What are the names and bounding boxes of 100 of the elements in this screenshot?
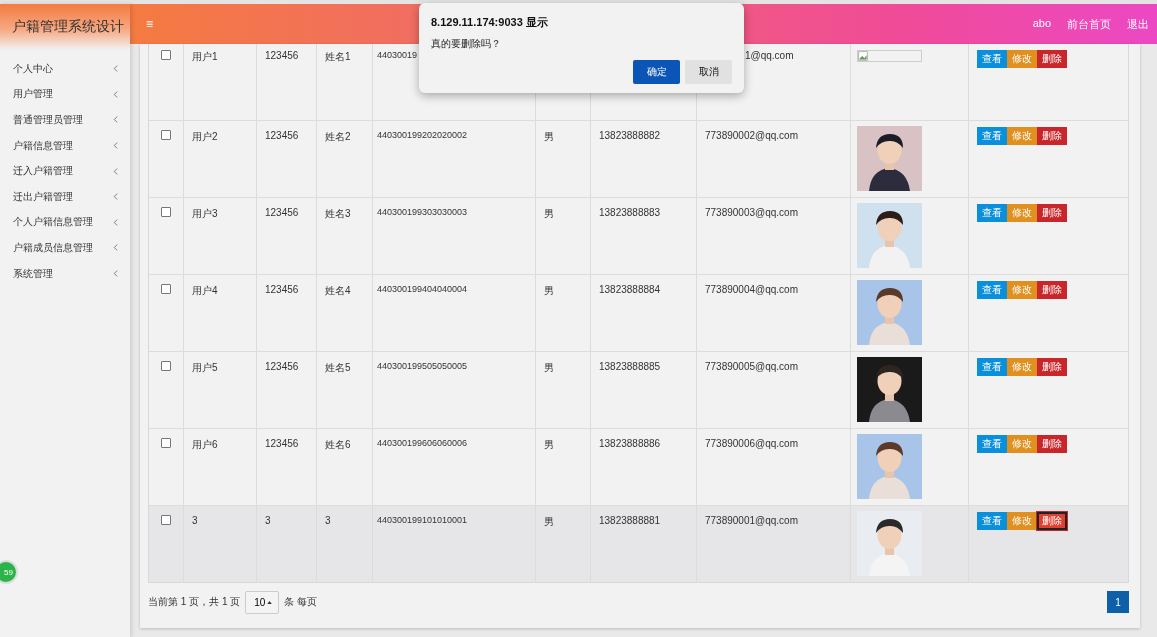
id-number-cell: 44030019 — [377, 50, 418, 60]
email-cell: 773890003@qq.com — [705, 207, 798, 218]
chevron-icon — [113, 90, 118, 98]
id-number-cell: 440300199202020002 — [377, 130, 468, 140]
phone-cell: 13823888886 — [599, 438, 661, 449]
password-cell: 123456 — [265, 130, 299, 141]
name-cell: 姓名1 — [325, 51, 351, 62]
view-button[interactable]: 查看 — [977, 204, 1007, 222]
username-cell: 3 — [192, 515, 198, 526]
row-checkbox[interactable] — [161, 50, 171, 60]
delete-button[interactable]: 删除 — [1037, 512, 1067, 530]
password-cell: 123456 — [265, 361, 299, 372]
chevron-icon — [113, 65, 118, 73]
id-number-cell: 440300199606060006 — [377, 438, 468, 448]
name-cell: 姓名3 — [325, 208, 351, 219]
sidebar-item[interactable]: 用户管理 — [0, 81, 130, 108]
email-cell: 1@qq.com — [745, 50, 794, 61]
page-summary: 当前第 1 页，共 1 页 — [148, 595, 241, 609]
confirm-button[interactable]: 确定 — [633, 60, 680, 84]
broken-image-icon — [857, 50, 922, 62]
id-number-cell: 440300199303030003 — [377, 207, 468, 217]
email-cell: 773890004@qq.com — [705, 284, 798, 295]
phone-cell: 13823888881 — [599, 515, 661, 526]
delete-button[interactable]: 删除 — [1037, 50, 1067, 68]
sidebar-item[interactable]: 个人中心 — [0, 56, 130, 82]
sidebar-item[interactable]: 户籍成员信息管理 — [0, 235, 130, 261]
username-cell: 用户3 — [192, 208, 218, 219]
gender-cell: 男 — [544, 516, 554, 527]
chevron-icon — [113, 167, 118, 175]
row-checkbox[interactable] — [161, 284, 171, 294]
password-cell: 123456 — [265, 438, 299, 449]
username-cell: 用户4 — [192, 285, 218, 296]
name-cell: 姓名2 — [325, 131, 351, 142]
gender-cell: 男 — [544, 362, 554, 373]
page-size-select[interactable]: 10 — [245, 590, 280, 614]
row-checkbox[interactable] — [161, 207, 171, 217]
sidebar-item[interactable]: 个人户籍信息管理 — [0, 209, 130, 236]
username-cell: 用户6 — [192, 439, 218, 450]
view-button[interactable]: 查看 — [977, 512, 1007, 530]
password-cell: 123456 — [265, 284, 299, 295]
view-button[interactable]: 查看 — [977, 358, 1007, 376]
phone-cell: 13823888882 — [599, 130, 661, 141]
id-number-cell: 440300199101010001 — [377, 515, 468, 525]
username-cell: 用户5 — [192, 362, 218, 373]
header-link[interactable]: 退出 — [1127, 16, 1149, 32]
sidebar-item[interactable]: 迁入户籍管理 — [0, 158, 130, 184]
delete-button[interactable]: 删除 — [1037, 204, 1067, 222]
page-button[interactable]: 1 — [1107, 591, 1129, 613]
id-number-cell: 440300199505050005 — [377, 361, 468, 371]
dialog-message: 真的要删除吗？ — [431, 37, 502, 51]
password-cell: 123456 — [265, 50, 299, 61]
phone-cell: 13823888885 — [599, 361, 661, 372]
phone-cell: 13823888884 — [599, 284, 661, 295]
sidebar-item[interactable]: 户籍信息管理 — [0, 132, 130, 159]
gender-cell: 男 — [544, 439, 554, 450]
email-cell: 773890006@qq.com — [705, 438, 798, 449]
name-cell: 姓名4 — [325, 285, 351, 296]
chevron-icon — [113, 193, 118, 201]
cancel-button[interactable]: 取消 — [685, 60, 732, 84]
email-cell: 773890002@qq.com — [705, 130, 798, 141]
name-cell: 姓名5 — [325, 362, 351, 373]
password-cell: 3 — [265, 515, 271, 526]
view-button[interactable]: 查看 — [977, 435, 1007, 453]
password-cell: 123456 — [265, 207, 299, 218]
name-cell: 姓名6 — [325, 439, 351, 450]
phone-cell: 13823888883 — [599, 207, 661, 218]
badge: 59 — [0, 560, 18, 584]
view-button[interactable]: 查看 — [977, 50, 1007, 68]
delete-button[interactable]: 删除 — [1037, 281, 1067, 299]
row-checkbox[interactable] — [161, 515, 171, 525]
header-link[interactable]: abo — [1032, 16, 1051, 32]
row-checkbox[interactable] — [161, 361, 171, 371]
chevron-icon — [113, 142, 118, 150]
view-button[interactable]: 查看 — [977, 281, 1007, 299]
username-cell: 用户1 — [192, 51, 218, 62]
chevron-icon — [113, 218, 118, 226]
email-cell: 773890005@qq.com — [705, 361, 798, 372]
delete-button[interactable]: 删除 — [1037, 127, 1067, 145]
sidebar-item[interactable]: 普通管理员管理 — [0, 107, 130, 133]
email-cell: 773890001@qq.com — [705, 515, 798, 526]
row-checkbox[interactable] — [161, 130, 171, 140]
gender-cell: 男 — [544, 208, 554, 219]
chevron-icon — [113, 116, 118, 124]
id-number-cell: 440300199404040004 — [377, 284, 468, 294]
delete-button[interactable]: 删除 — [1037, 358, 1067, 376]
view-button[interactable]: 查看 — [977, 127, 1007, 145]
sidebar-item[interactable]: 系统管理 — [0, 260, 130, 287]
caret-icon — [267, 600, 273, 604]
chevron-icon — [113, 270, 118, 278]
dialog-title: 8.129.11.174:9033 显示 — [431, 15, 549, 30]
delete-button[interactable]: 删除 — [1037, 435, 1067, 453]
sidebar-item[interactable]: 迁出户籍管理 — [0, 183, 130, 210]
name-cell: 3 — [325, 515, 331, 526]
gender-cell: 男 — [544, 285, 554, 296]
chevron-icon — [113, 244, 118, 252]
header-link[interactable]: 前台首页 — [1067, 16, 1111, 32]
per-page-label: 条 每页 — [284, 595, 318, 609]
row-checkbox[interactable] — [161, 438, 171, 448]
gender-cell: 男 — [544, 131, 554, 142]
username-cell: 用户2 — [192, 131, 218, 142]
